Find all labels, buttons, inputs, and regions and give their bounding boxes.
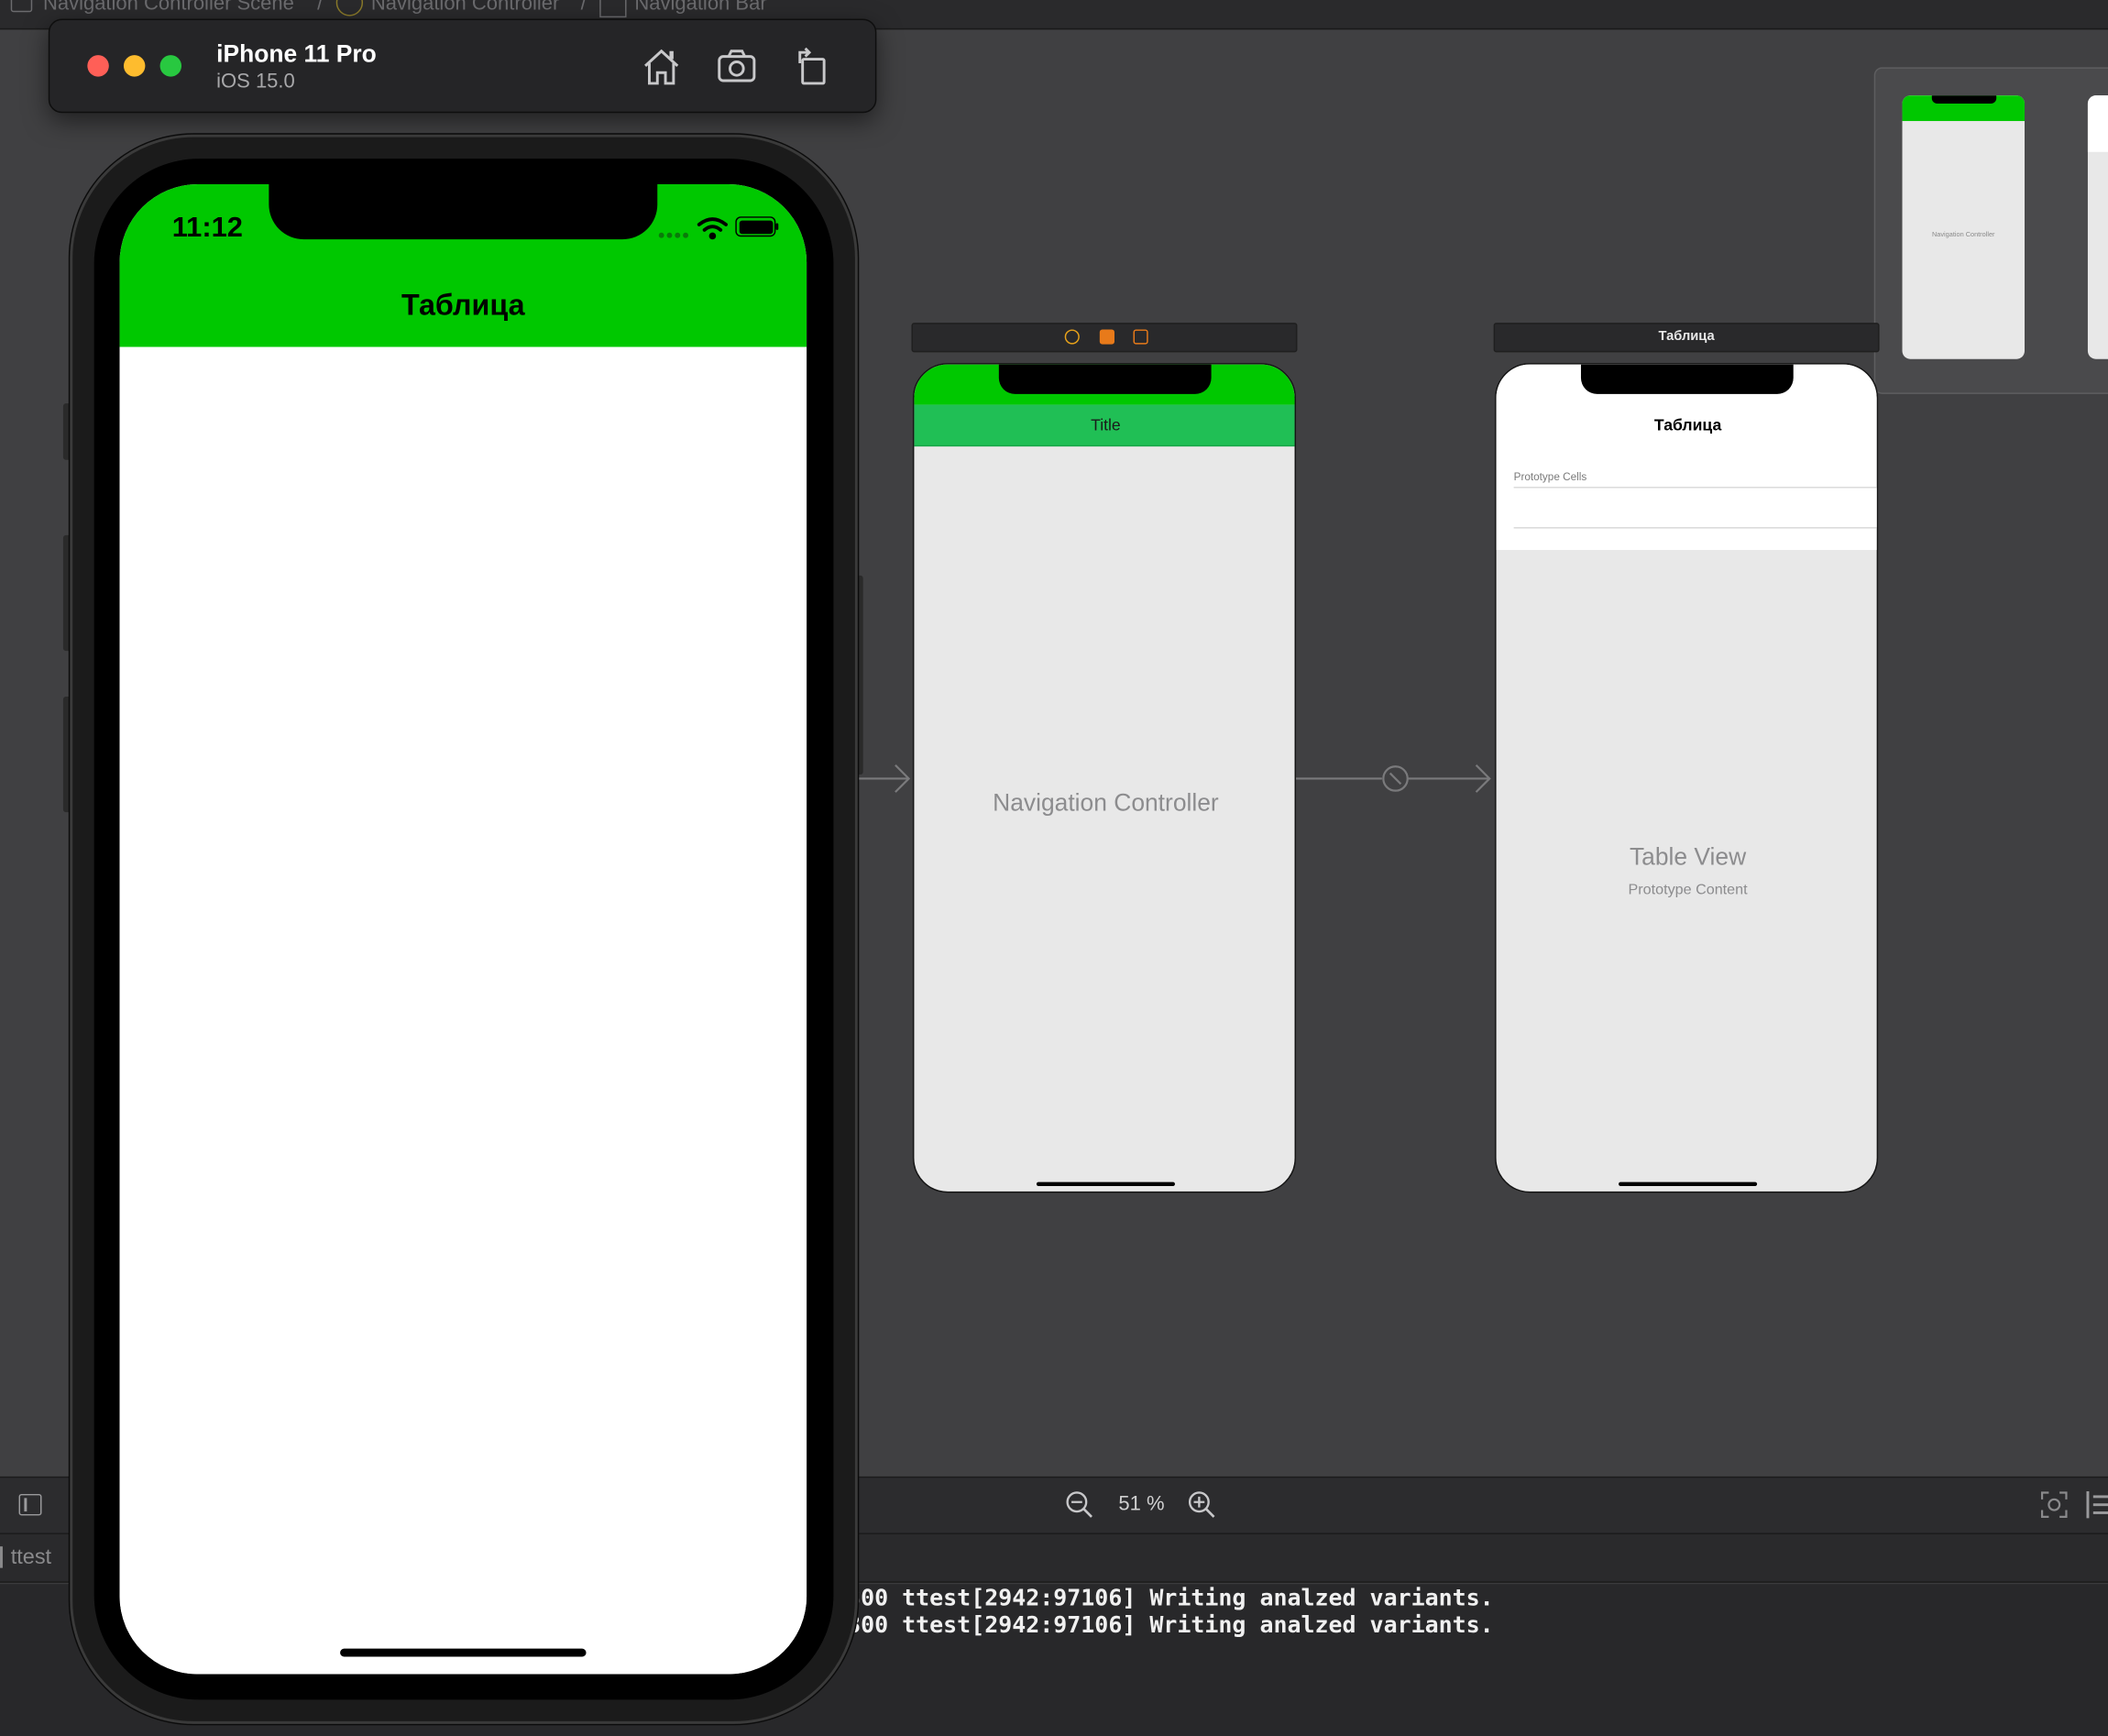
home-indicator — [1036, 1181, 1175, 1186]
scene-dock-nav-controller[interactable] — [911, 323, 1298, 353]
exit-icon[interactable] — [1133, 329, 1148, 345]
breadcrumb-item-navbar[interactable]: Navigation Bar — [634, 0, 766, 15]
scene-dock-table-label: Таблица — [1658, 329, 1715, 345]
nav-controller-bar-title: Title — [1091, 415, 1121, 434]
zoom-in-icon[interactable] — [1187, 1490, 1216, 1520]
divider — [1513, 527, 1877, 529]
close-window-button[interactable] — [87, 55, 109, 77]
table-scene-nav-title[interactable]: Таблица — [1497, 415, 1877, 434]
scene-notch — [1580, 364, 1794, 394]
screenshot-icon[interactable] — [714, 44, 760, 90]
embed-icon[interactable] — [2086, 1491, 2108, 1519]
toggle-outline-icon[interactable] — [18, 1493, 42, 1516]
breadcrumb-separator: / — [317, 0, 324, 16]
breadcrumb-separator: / — [580, 0, 587, 16]
zoom-window-button[interactable] — [159, 55, 182, 77]
prototype-cell[interactable] — [1513, 488, 1877, 528]
scene-table-view[interactable]: Таблица Prototype Cells Table View Proto… — [1495, 363, 1879, 1193]
simulator-screen[interactable]: 11:12 Таблица — [119, 183, 807, 1675]
nav-controller-label: Navigation Controller — [993, 789, 1219, 817]
minimap-scene-nav: Navigation Controller — [1902, 95, 2026, 359]
zoom-out-icon[interactable] — [1065, 1490, 1094, 1520]
scene-nav-controller[interactable]: Title Navigation Controller — [912, 363, 1296, 1193]
os-version: iOS 15.0 — [216, 70, 295, 93]
divider — [0, 1546, 3, 1568]
breadcrumb-item-scene[interactable]: Navigation Controller Scene — [43, 0, 294, 15]
home-indicator[interactable] — [340, 1648, 587, 1657]
wifi-icon — [697, 217, 728, 240]
table-view-label: Table View — [1629, 842, 1747, 871]
scene-notch — [998, 364, 1212, 394]
debug-target-label[interactable]: ttest — [11, 1546, 51, 1570]
zoom-level: 51 % — [1118, 1492, 1165, 1516]
battery-icon — [735, 216, 779, 237]
navigation-title: Таблица — [401, 287, 525, 322]
home-icon[interactable] — [639, 44, 685, 90]
scene-dock-table[interactable]: Таблица — [1493, 323, 1880, 353]
navigation-controller-icon — [335, 0, 364, 16]
rotate-icon[interactable] — [789, 44, 835, 90]
cellular-signal-icon — [658, 232, 691, 238]
device-name: iPhone 11 Pro — [216, 40, 377, 68]
storyboard-icon — [10, 0, 33, 13]
table-view[interactable] — [119, 346, 807, 1675]
nav-controller-navigation-bar[interactable]: Title — [914, 404, 1295, 447]
device-notch — [269, 183, 658, 240]
first-responder-icon[interactable] — [1099, 329, 1114, 345]
update-frames-icon[interactable] — [2039, 1490, 2069, 1520]
console-line: 300 ttest[2942:97106] Writing analzed va… — [847, 1585, 1494, 1613]
table-view-sublabel: Prototype Content — [1628, 882, 1748, 899]
breadcrumb-item-controller[interactable]: Navigation Controller — [371, 0, 559, 15]
status-time: 11:12 — [171, 212, 243, 244]
controller-icon[interactable] — [1064, 329, 1080, 345]
simulator-window-toolbar[interactable]: iPhone 11 Pro iOS 15.0 — [48, 18, 877, 114]
prototype-cells-label: Prototype Cells — [1513, 470, 1587, 483]
initial-entry-arrow — [854, 764, 911, 793]
relationship-segue[interactable] — [1295, 760, 1495, 797]
home-indicator — [1619, 1181, 1758, 1186]
storyboard-minimap[interactable]: Navigation Controller — [1873, 67, 2108, 394]
minimap-nav-label: Navigation Controller — [1931, 231, 1995, 240]
navigation-bar-icon — [599, 0, 627, 18]
minimap-scene-table — [2087, 95, 2108, 359]
console-line: 300 ttest[2942:97106] Writing analzed va… — [847, 1612, 1494, 1640]
minimize-window-button[interactable] — [123, 55, 146, 77]
